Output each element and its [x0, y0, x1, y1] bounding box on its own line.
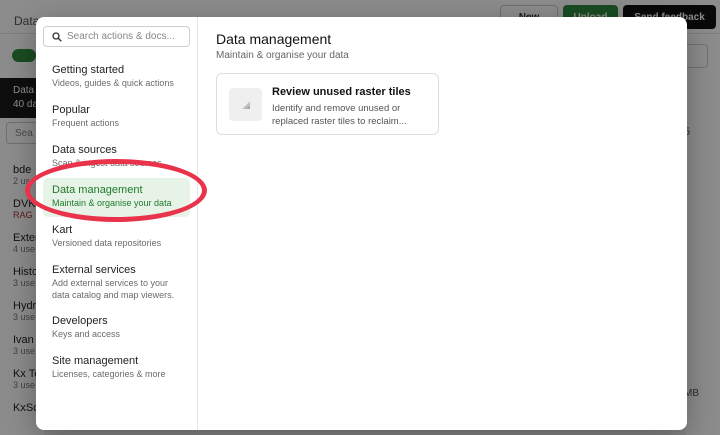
- annotation-highlight-ring: [25, 159, 207, 222]
- raster-tile-icon: [229, 88, 262, 121]
- modal-content: Data management Maintain & organise your…: [198, 17, 687, 430]
- nav-item-kart[interactable]: Kart Versioned data repositories: [43, 218, 190, 257]
- section-description: Maintain & organise your data: [216, 50, 349, 61]
- nav-list: Getting started Videos, guides & quick ac…: [43, 58, 190, 388]
- search-icon: [52, 32, 62, 42]
- search-input[interactable]: [67, 31, 182, 42]
- nav-item-developers[interactable]: Developers Keys and access: [43, 309, 190, 348]
- modal-nav: Getting startedVideos, guides & quick ac…: [36, 17, 198, 430]
- card-text: Review unused raster tiles Identify and …: [272, 85, 422, 134]
- search-box[interactable]: [43, 26, 190, 47]
- nav-item-site-management[interactable]: Site management Licenses, categories & mo…: [43, 349, 190, 388]
- nav-item-external-services[interactable]: External services Add external services t…: [43, 258, 190, 308]
- nav-item-popular[interactable]: Popular Frequent actions: [43, 98, 190, 137]
- card-description: Identify and remove unused or replaced r…: [272, 103, 407, 127]
- nav-item-getting-started[interactable]: Getting started Videos, guides & quick ac…: [43, 58, 190, 97]
- section-title: Data management: [216, 31, 332, 47]
- card-title: Review unused raster tiles: [272, 86, 411, 98]
- action-card-review-raster-tiles[interactable]: Review unused raster tiles Identify and …: [216, 73, 439, 135]
- command-palette-modal: Getting startedVideos, guides & quick ac…: [36, 17, 687, 430]
